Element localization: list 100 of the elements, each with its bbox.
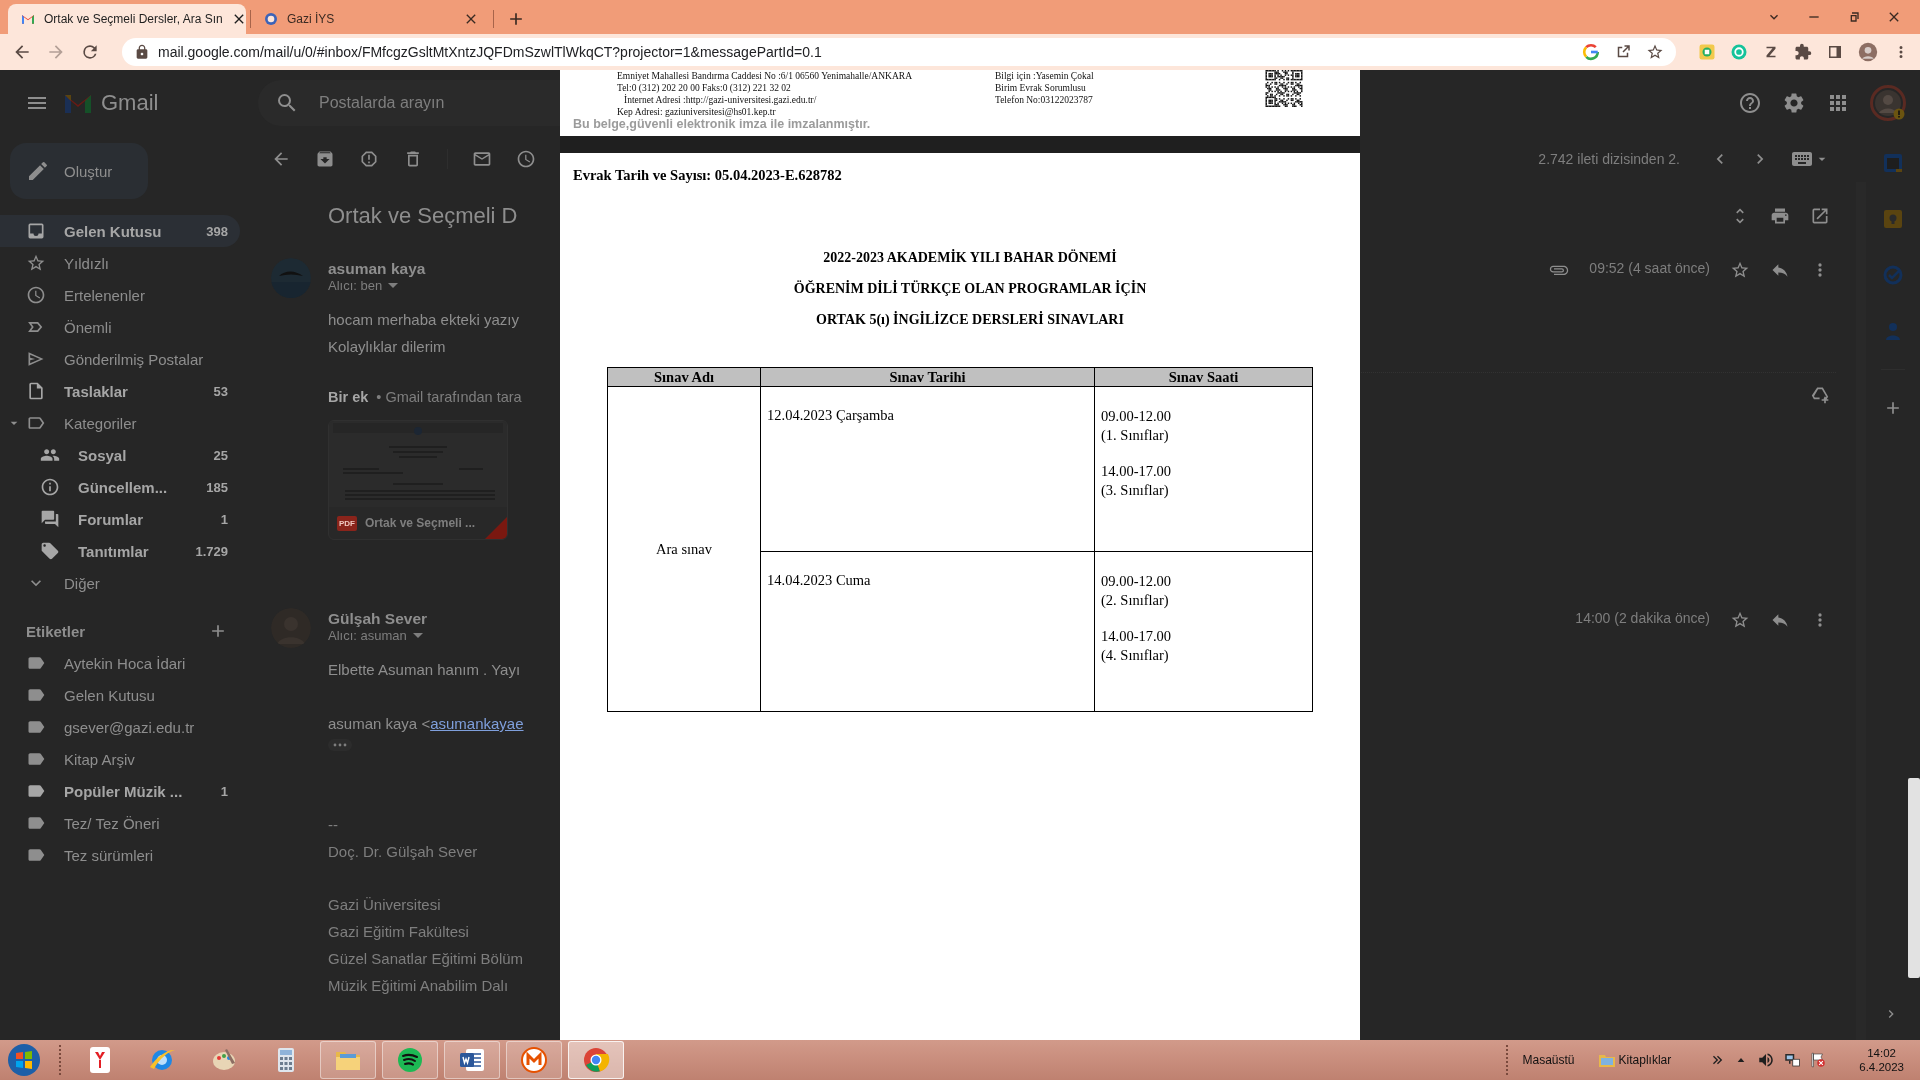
star-icon[interactable] bbox=[1730, 610, 1750, 630]
folder-item[interactable]: Kategoriler bbox=[0, 407, 240, 439]
folder-item[interactable]: Gelen Kutusu 398 bbox=[0, 215, 240, 247]
address-bar[interactable]: mail.google.com/mail/u/0/#inbox/FMfcgzGsltMtXntzJQFDmSzwlTlWkqCT?projector=1&messagePartId=0.1 bbox=[122, 38, 1676, 66]
caret-down-icon bbox=[412, 633, 423, 638]
show-trimmed-button[interactable] bbox=[328, 739, 352, 751]
star-icon[interactable] bbox=[26, 253, 46, 273]
label-item[interactable]: Aytekin Hoca İdari bbox=[0, 647, 240, 679]
folder-item[interactable]: Ertelenenler bbox=[0, 279, 240, 311]
label-item[interactable]: Kitap Arşiv bbox=[0, 743, 240, 775]
signature-line: -- bbox=[328, 815, 339, 835]
open-new-window-icon[interactable] bbox=[1810, 206, 1830, 226]
browser-tab[interactable]: Ortak ve Seçmeli Dersler, Ara Sın bbox=[8, 4, 246, 34]
column-header: Sınav Saati bbox=[1094, 367, 1313, 387]
column-header: Sınav Adı bbox=[607, 367, 761, 387]
folder-item[interactable]: Gönderilmiş Postalar bbox=[0, 343, 240, 375]
toolbar-link[interactable]: Kitaplıklar bbox=[1598, 1053, 1672, 1067]
table-cell: 09.00-12.00 (2. Sınıflar) 14.00-17.00 (4. Sınıflar) bbox=[1094, 551, 1313, 712]
app-name: Gmail bbox=[101, 89, 159, 116]
inbox-icon[interactable] bbox=[26, 221, 46, 241]
avatar-icon[interactable] bbox=[1858, 42, 1878, 62]
folder-item[interactable]: Taslaklar 53 bbox=[0, 375, 240, 407]
clock-icon[interactable] bbox=[516, 148, 536, 169]
clock-icon[interactable] bbox=[26, 285, 46, 305]
label-item[interactable]: Gelen Kutusu bbox=[0, 679, 240, 711]
quoted-header: asuman kaya <asumankayae bbox=[328, 714, 525, 734]
label-item[interactable]: Popüler Müzik ... 1 bbox=[0, 775, 240, 807]
section-heading: Etiketler bbox=[26, 622, 86, 640]
contact-line: Birim Evrak Sorumlusu bbox=[995, 82, 1087, 94]
globe-icon bbox=[263, 11, 279, 27]
qr-code bbox=[1263, 70, 1305, 107]
help-icon[interactable] bbox=[1738, 90, 1762, 115]
file-icon[interactable] bbox=[26, 381, 46, 401]
address-line: Emniyet Mahallesi Bandırma Caddesi No :6/1 06560 Yenimahalle/ANKARA bbox=[617, 70, 913, 82]
scrollbar[interactable] bbox=[1908, 778, 1920, 978]
folder-item[interactable]: Güncellem... 185 bbox=[0, 471, 240, 503]
puzzle-icon[interactable] bbox=[1794, 43, 1812, 61]
signature-line: Müzik Eğitimi Anabilim Dalı bbox=[328, 976, 510, 996]
forum-icon[interactable] bbox=[40, 509, 60, 529]
table-cell: Ara sınav bbox=[607, 386, 761, 712]
label-item[interactable]: Tez/ Tez Öneri bbox=[0, 807, 240, 839]
attachment-card[interactable]: PDF Ortak ve Seçmeli ... bbox=[328, 420, 508, 540]
folder-item[interactable]: Sosyal 25 bbox=[0, 439, 240, 471]
recipient-toggle[interactable]: Alıcı: ben bbox=[328, 278, 560, 293]
network-icon[interactable] bbox=[1783, 1051, 1802, 1069]
email-subject: Ortak ve Seçmeli D bbox=[328, 203, 518, 229]
folder-item[interactable]: Forumlar 1 bbox=[0, 503, 240, 535]
document-reference: Evrak Tarih ve Sayısı: 05.04.2023-E.628782 bbox=[573, 167, 843, 184]
label-item[interactable]: Tez sürümleri bbox=[0, 839, 240, 871]
sender-name: asuman kaya bbox=[328, 260, 427, 278]
address-line: İnternet Adresi :http://gazi-universitesi.gazi.edu.tr/ bbox=[623, 94, 818, 106]
lock-icon[interactable] bbox=[134, 44, 150, 60]
document-title: ORTAK 5(ı) İNGİLİZCE DERSLERİ SINAVLARI bbox=[815, 310, 1125, 329]
toolbar-link[interactable]: Masaüstü bbox=[1522, 1053, 1575, 1067]
ellipsis-icon bbox=[333, 742, 347, 748]
color-ring-icon[interactable] bbox=[1582, 43, 1600, 61]
document-title: ÖĞRENİM DİLİ TÜRKÇE OLAN PROGRAMLAR İÇİN bbox=[792, 279, 1148, 298]
taskbar-app[interactable] bbox=[382, 1041, 438, 1079]
email-link[interactable]: asumankayae bbox=[430, 715, 524, 732]
speaker-icon[interactable] bbox=[1757, 1051, 1776, 1069]
taskbar-clock[interactable]: 14:02 6.4.2023 bbox=[1853, 1046, 1910, 1074]
settings-icon[interactable] bbox=[1782, 90, 1806, 115]
star-icon[interactable] bbox=[1730, 260, 1750, 280]
info-icon[interactable] bbox=[40, 477, 60, 497]
check-circle-icon[interactable] bbox=[1883, 265, 1903, 285]
drive-add-icon[interactable] bbox=[1810, 385, 1830, 405]
folder-item[interactable]: Önemli bbox=[0, 311, 240, 343]
contact-line: Bilgi için :Yasemin Çokal bbox=[995, 70, 1094, 82]
browser-tab[interactable]: Gazi İYS bbox=[251, 4, 489, 34]
message-text: Elbette Asuman hanım . Yayı bbox=[328, 660, 522, 680]
folder-item[interactable]: Diğer bbox=[0, 567, 240, 599]
browser-icon bbox=[581, 1045, 611, 1075]
page-corner-icon bbox=[485, 517, 507, 539]
signature-line: Gazi Eğitim Fakültesi bbox=[328, 922, 470, 942]
file-type-badge: PDF bbox=[337, 515, 357, 531]
folder-item[interactable]: Yıldızlı bbox=[0, 247, 240, 279]
folder-item[interactable]: Tanıtımlar 1.729 bbox=[0, 535, 240, 567]
signature-line: Gazi Üniversitesi bbox=[328, 895, 442, 915]
app-icon bbox=[519, 1045, 549, 1075]
extension-icon[interactable] bbox=[1698, 43, 1716, 61]
print-icon[interactable] bbox=[1770, 206, 1790, 226]
address-line: Kep Adresi: gaziuniversitesi@hs01.kep.tr bbox=[617, 106, 777, 118]
reload-icon[interactable] bbox=[80, 42, 100, 62]
search-bar[interactable]: Postalarda arayın bbox=[258, 79, 560, 126]
compose-button[interactable]: Oluştur bbox=[10, 143, 148, 199]
tag-icon[interactable] bbox=[40, 541, 60, 561]
search-field[interactable]: Postalarda arayın bbox=[317, 78, 560, 127]
recipient-toggle[interactable]: Alıcı: asuman bbox=[328, 628, 560, 643]
star-icon[interactable] bbox=[1646, 43, 1664, 61]
contact-line: Telefon No:03122023787 bbox=[995, 94, 1094, 106]
column-header: Sınav Tarihi bbox=[760, 367, 1095, 387]
folder-icon bbox=[1598, 1053, 1615, 1067]
message-time: 09:52 (4 saat önce) bbox=[1589, 260, 1710, 276]
sender-name: Gülşah Sever bbox=[328, 610, 429, 628]
taskbar-app[interactable] bbox=[444, 1041, 500, 1079]
label-item[interactable]: gsever@gazi.edu.tr bbox=[0, 711, 240, 743]
flag-icon[interactable] bbox=[1809, 1051, 1828, 1069]
address-line: Tel:0 (312) 202 20 00 Faks:0 (312) 221 32 02 bbox=[617, 82, 792, 94]
attachment-summary: Bir ek • Gmail tarafından tara bbox=[328, 388, 523, 407]
side-panel-icon[interactable] bbox=[1826, 43, 1844, 61]
